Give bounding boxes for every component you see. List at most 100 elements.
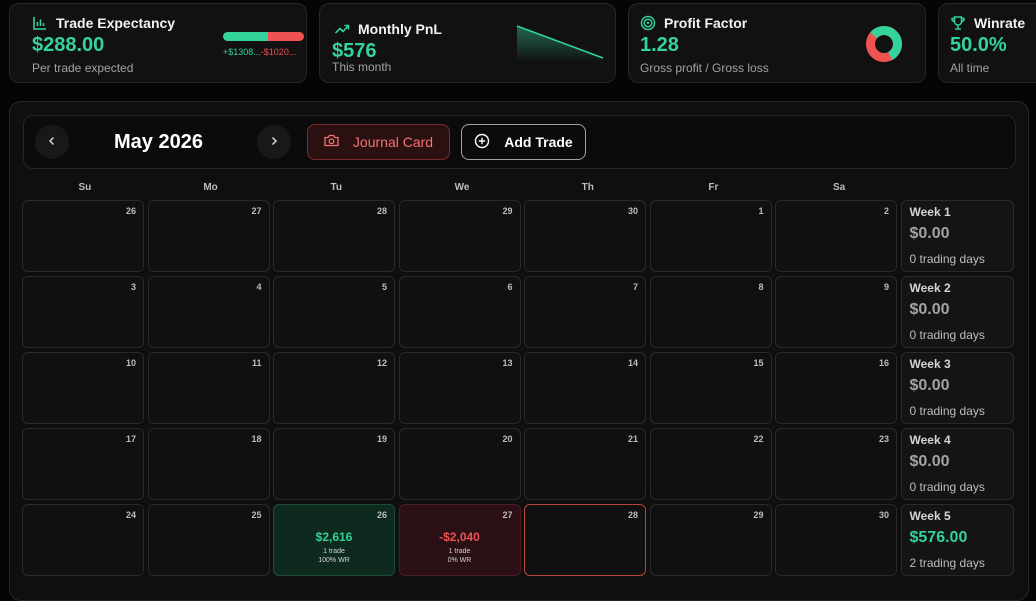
week-label: Week 3 (909, 357, 951, 371)
profit-factor-card: Profit Factor 1.28 Gross profit / Gross … (628, 3, 926, 83)
calendar-day-cell[interactable]: 26 (22, 200, 144, 272)
calendar-day-cell[interactable]: 14 (524, 352, 646, 424)
calendar-day-cell[interactable]: 24 (22, 504, 144, 576)
trending-up-icon (334, 21, 350, 37)
weekday-label: Tu (330, 182, 343, 193)
next-month-button[interactable] (257, 125, 291, 159)
calendar-day-cell[interactable]: 6 (398, 276, 521, 348)
day-number: 29 (753, 510, 764, 520)
day-number: 28 (627, 510, 638, 520)
day-number: 27 (251, 206, 262, 216)
week-summary: Week 2 $0.00 0 trading days (900, 276, 1014, 348)
day-number: 21 (627, 434, 638, 444)
prev-month-button[interactable] (35, 125, 69, 159)
day-number: 14 (627, 358, 638, 368)
winrate-subtitle: All time (950, 61, 990, 75)
weekday-label: We (454, 182, 470, 193)
card-title: Profit Factor (664, 15, 748, 31)
day-number: 23 (878, 434, 889, 444)
avg-win-label: +$1308... (223, 47, 261, 57)
calendar-day-cell[interactable]: 16 (775, 352, 897, 424)
day-number: 16 (878, 358, 889, 368)
calendar-day-cell[interactable]: 26 $2,616 1 trade 100% WR (273, 504, 395, 576)
trophy-icon (950, 15, 966, 31)
week-pnl: $576.00 (909, 529, 968, 546)
week-pnl: $0.00 (909, 225, 950, 242)
calendar-day-cell[interactable]: 27 -$2,040 1 trade 0% WR (398, 504, 521, 576)
day-number: 3 (130, 282, 136, 292)
day-number: 22 (753, 434, 764, 444)
calendar-day-cell[interactable]: 22 (649, 428, 772, 500)
card-title: Trade Expectancy (56, 15, 176, 31)
chevron-right-icon (269, 133, 279, 151)
calendar-day-cell[interactable]: 5 (273, 276, 395, 348)
calendar-day-cell[interactable]: 9 (775, 276, 897, 348)
calendar-day-cell[interactable]: 2 (775, 200, 897, 272)
profit-factor-subtitle: Gross profit / Gross loss (640, 61, 769, 75)
target-icon (640, 15, 656, 31)
calendar-grid: 26 27 28 29 30 1 2 Week 1 $0.00 0 trading days 3 4 5… (22, 200, 1014, 576)
calendar-day-cell[interactable]: 15 (649, 352, 772, 424)
calendar-day-cell[interactable]: 29 (649, 504, 772, 576)
calendar-day-cell[interactable]: 13 (398, 352, 521, 424)
plus-circle-icon (474, 133, 490, 152)
calendar-day-cell[interactable]: 21 (524, 428, 646, 500)
calendar-day-cell[interactable]: 28 (524, 504, 646, 576)
week-summary: Week 5 $576.00 2 trading days (900, 504, 1014, 576)
add-trade-label: Add Trade (504, 134, 573, 150)
day-number: 4 (256, 282, 262, 292)
weekday-header: Su Mo Tu We Th Fr Sa (22, 182, 902, 193)
week-label: Week 1 (909, 205, 951, 219)
day-number: 1 (758, 206, 764, 216)
calendar-day-cell[interactable]: 19 (273, 428, 395, 500)
week-trading-days: 0 trading days (909, 404, 985, 418)
calendar-day-cell[interactable]: 3 (22, 276, 144, 348)
calendar-day-cell[interactable]: 23 (775, 428, 897, 500)
day-number: 2 (883, 206, 889, 216)
day-number: 13 (502, 358, 513, 368)
calendar-day-cell[interactable]: 12 (273, 352, 395, 424)
calendar-day-cell[interactable]: 11 (147, 352, 270, 424)
add-trade-button[interactable]: Add Trade (461, 124, 586, 160)
day-pnl: -$2,040 (439, 530, 480, 544)
day-number: 29 (502, 206, 513, 216)
day-number: 12 (376, 358, 387, 368)
day-number: 20 (502, 434, 513, 444)
journal-card-button[interactable]: Journal Card (307, 124, 450, 160)
calendar-day-cell[interactable]: 29 (398, 200, 521, 272)
day-number: 15 (753, 358, 764, 368)
day-number: 17 (125, 434, 136, 444)
calendar-day-cell[interactable]: 1 (649, 200, 772, 272)
calendar-day-cell[interactable]: 7 (524, 276, 646, 348)
week-label: Week 2 (909, 281, 951, 295)
calendar-day-cell[interactable]: 30 (775, 504, 897, 576)
calendar-day-cell[interactable]: 27 (147, 200, 270, 272)
calendar-day-cell[interactable]: 8 (649, 276, 772, 348)
calendar-day-cell[interactable]: 18 (147, 428, 270, 500)
weekday-label: Th (581, 182, 594, 193)
monthly-pnl-subtitle: This month (332, 60, 392, 74)
calendar-day-cell[interactable]: 20 (398, 428, 521, 500)
calendar-day-cell[interactable]: 4 (147, 276, 270, 348)
calendar-day-cell[interactable]: 10 (22, 352, 144, 424)
day-number: 5 (381, 282, 387, 292)
trade-expectancy-card: Trade Expectancy $288.00 Per trade expec… (9, 3, 307, 83)
calendar-day-cell[interactable]: 17 (22, 428, 144, 500)
day-number: 7 (632, 282, 638, 292)
day-winrate: 0% WR (447, 557, 472, 564)
expectancy-value: $288.00 (32, 34, 105, 56)
calendar-day-cell[interactable]: 25 (147, 504, 270, 576)
calendar-day-cell[interactable]: 28 (273, 200, 395, 272)
week-pnl: $0.00 (909, 377, 950, 394)
day-number: 8 (758, 282, 764, 292)
calendar-day-cell[interactable]: 30 (524, 200, 646, 272)
winrate-card: Winrate 50.0% All time (938, 3, 1036, 83)
calendar-panel: May 2026 Journal Card Add Trade Su Mo Tu… (9, 101, 1029, 601)
week-trading-days: 2 trading days (909, 556, 985, 570)
week-label: Week 5 (909, 509, 951, 523)
week-trading-days: 0 trading days (909, 252, 985, 266)
day-number: 27 (502, 510, 513, 520)
day-number: 25 (251, 510, 262, 520)
day-number: 26 (125, 206, 136, 216)
day-trade-count: 1 trade (448, 548, 471, 555)
